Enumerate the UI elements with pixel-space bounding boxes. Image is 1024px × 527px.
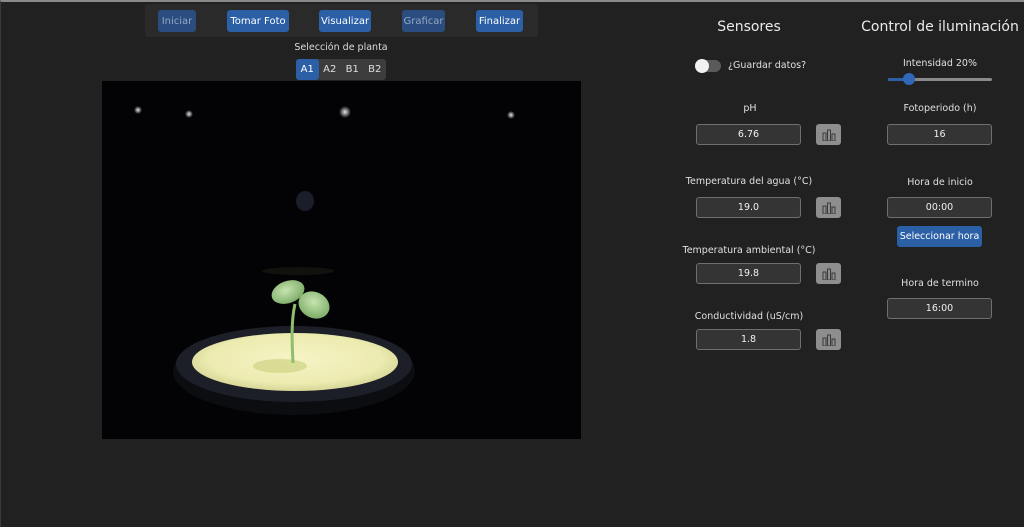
start-button[interactable]: Iniciar xyxy=(158,10,196,32)
ph-value-field: 6.76 xyxy=(696,124,801,145)
take-photo-button[interactable]: Tomar Foto xyxy=(227,10,289,32)
bar-chart-icon xyxy=(822,129,835,141)
plant-option-a1[interactable]: A1 xyxy=(296,59,319,80)
toolbar: Iniciar Tomar Foto Visualizar Graficar F… xyxy=(145,4,538,37)
photoperiod-field[interactable]: 16 xyxy=(887,124,992,145)
save-data-toggle[interactable] xyxy=(695,59,721,73)
intensity-label: Intensidad 20% xyxy=(902,58,978,69)
ambient-temp-label: Temperatura ambiental (°C) xyxy=(682,245,816,256)
seedling-image xyxy=(102,81,581,439)
conductivity-label: Conductividad (uS/cm) xyxy=(694,311,804,322)
bar-chart-icon xyxy=(822,268,835,280)
conductivity-chart-button[interactable] xyxy=(816,329,841,350)
water-temp-value-field: 19.0 xyxy=(696,197,801,218)
end-time-label: Hora de termino xyxy=(901,278,979,289)
water-temp-label: Temperatura del agua (°C) xyxy=(685,176,813,187)
intensity-slider-handle[interactable] xyxy=(902,73,915,85)
save-data-label: ¿Guardar datos? xyxy=(728,60,807,71)
ph-label: pH xyxy=(743,103,757,114)
sensors-title: Sensores xyxy=(717,19,781,35)
visualize-button[interactable]: Visualizar xyxy=(319,10,371,32)
plant-option-b2[interactable]: B2 xyxy=(364,59,387,80)
start-time-label: Hora de inicio xyxy=(907,177,973,188)
plot-button[interactable]: Graficar xyxy=(402,10,445,32)
photoperiod-label: Fotoperiodo (h) xyxy=(903,103,977,114)
start-time-field[interactable]: 00:00 xyxy=(887,197,992,218)
ph-chart-button[interactable] xyxy=(816,124,841,145)
toggle-knob xyxy=(695,59,709,73)
plant-selector: A1 A2 B1 B2 xyxy=(296,59,386,80)
conductivity-value-field: 1.8 xyxy=(696,329,801,350)
select-time-button[interactable]: Seleccionar hora xyxy=(897,226,982,247)
ambient-temp-value-field: 19.8 xyxy=(696,263,801,284)
plant-photo xyxy=(102,81,581,439)
bar-chart-icon xyxy=(822,202,835,214)
finish-button[interactable]: Finalizar xyxy=(476,10,523,32)
end-time-field[interactable]: 16:00 xyxy=(887,298,992,319)
plant-option-a2[interactable]: A2 xyxy=(319,59,342,80)
ambient-temp-chart-button[interactable] xyxy=(816,263,841,284)
lighting-title: Control de iluminación xyxy=(861,19,1019,35)
intensity-slider[interactable] xyxy=(888,73,992,85)
plant-selection-label: Selección de planta xyxy=(294,42,388,53)
water-temp-chart-button[interactable] xyxy=(816,197,841,218)
plant-option-b1[interactable]: B1 xyxy=(341,59,364,80)
bar-chart-icon xyxy=(822,334,835,346)
